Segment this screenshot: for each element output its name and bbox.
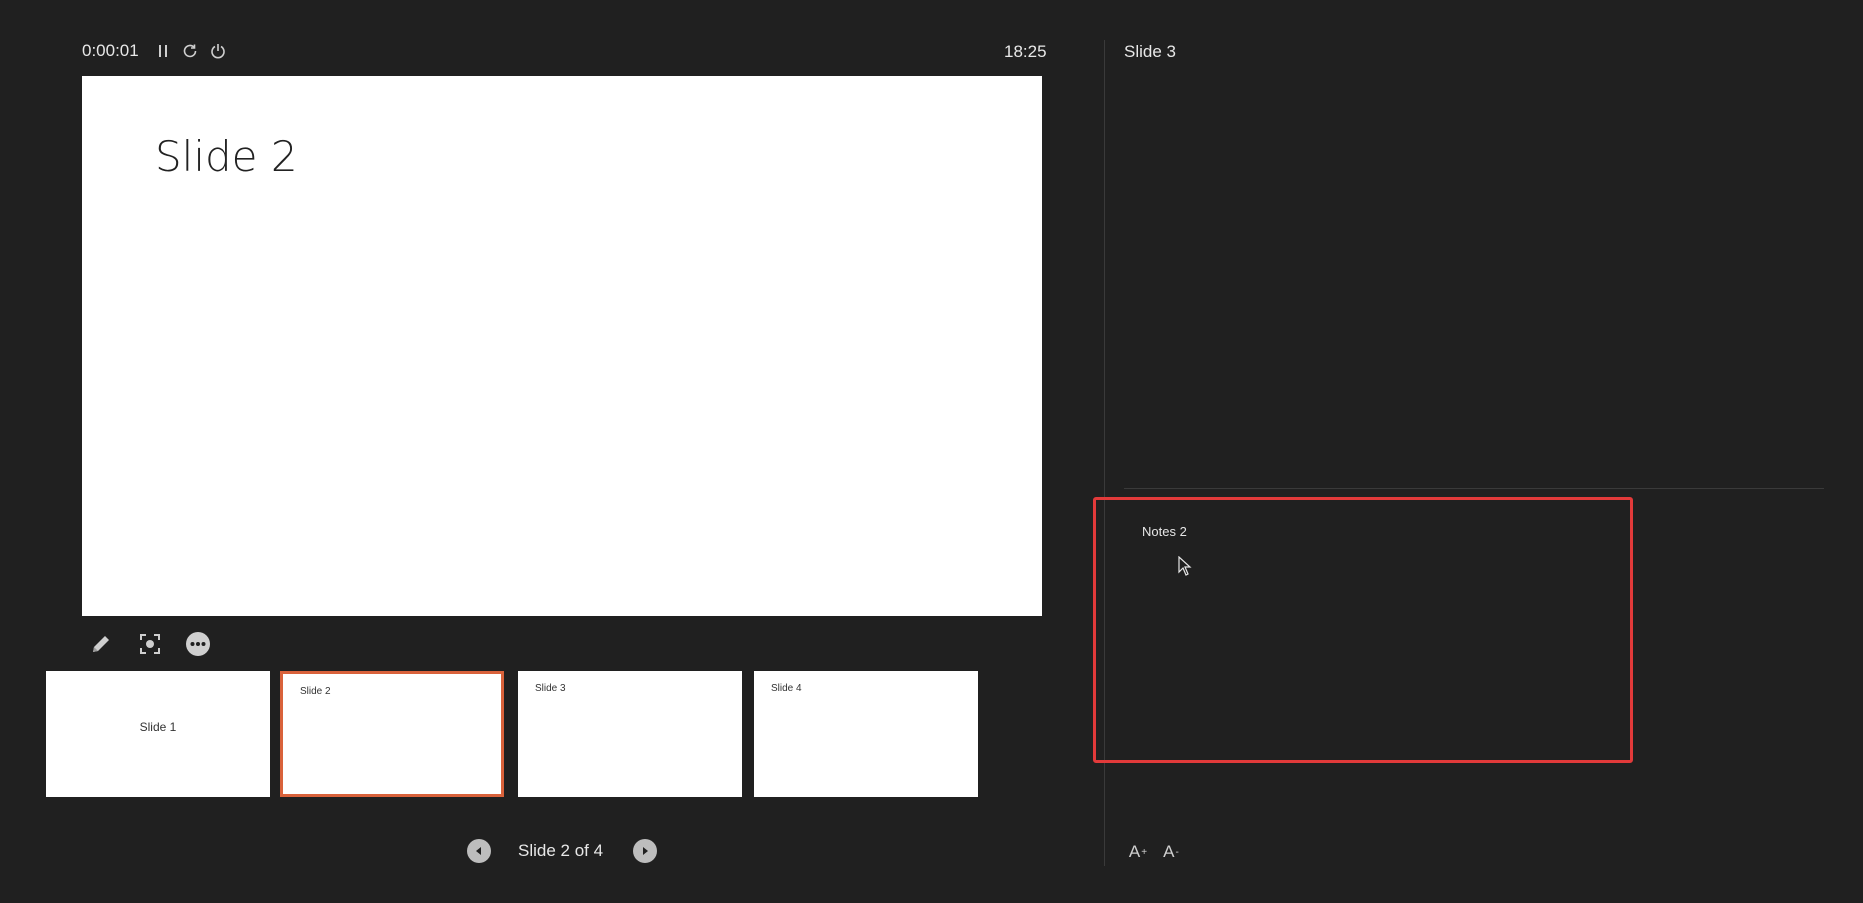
thumbnail-slide-4[interactable]: Slide 4 [754,671,978,797]
previous-slide-button[interactable] [467,839,491,863]
thumbnail-label: Slide 2 [300,686,331,697]
increase-font-sup: + [1141,846,1148,858]
thumbnail-slide-1[interactable]: Slide 1 [46,671,270,797]
elapsed-timer: 0:00:01 [82,41,139,60]
thumbnail-slide-2[interactable]: Slide 2 [280,671,504,797]
power-icon[interactable] [207,40,229,62]
slide-title: Slide 2 [155,132,298,181]
clock: 18:25 [1004,42,1047,61]
next-slide-button[interactable] [633,839,657,863]
decrease-font-label: A [1163,842,1175,861]
speaker-notes[interactable]: Notes 2 [1093,497,1633,763]
zoom-focus-icon[interactable] [136,630,164,658]
current-slide: Slide 2 [82,76,1042,616]
thumbnail-label: Slide 3 [535,683,566,694]
pause-icon[interactable] [152,40,174,62]
decrease-font-button[interactable]: A- [1159,840,1183,864]
arrow-right-icon [643,847,648,855]
mouse-cursor-icon [1178,555,1192,581]
increase-font-button[interactable]: A + [1126,840,1150,864]
thumbnail-label: Slide 4 [771,683,802,694]
slide-counter: Slide 2 of 4 [518,841,604,860]
next-slide-preview-label: Slide 3 [1124,42,1176,61]
pen-icon[interactable] [87,630,115,658]
more-icon[interactable] [184,630,212,658]
increase-font-label: A [1128,842,1141,861]
decrease-font-sup: - [1175,846,1179,858]
arrow-left-icon [476,847,481,855]
thumbnail-label: Slide 1 [139,720,177,734]
notes-text[interactable]: Notes 2 [1142,524,1187,539]
notes-divider [1124,488,1824,489]
thumbnail-slide-3[interactable]: Slide 3 [518,671,742,797]
restart-icon[interactable] [179,40,201,62]
